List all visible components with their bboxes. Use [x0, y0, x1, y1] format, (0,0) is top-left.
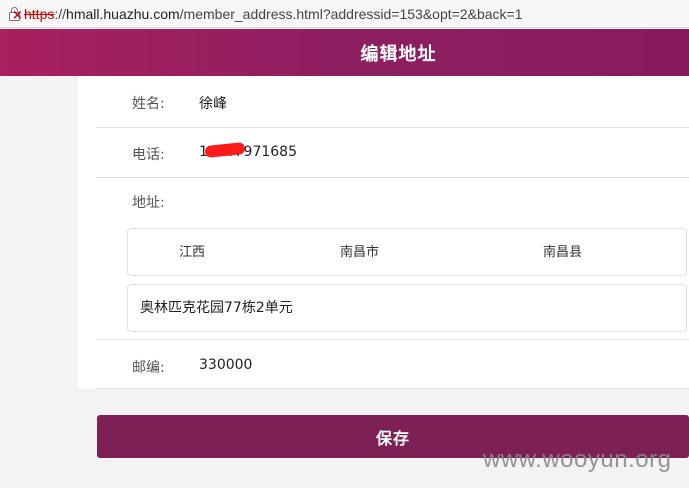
page-header: 编辑地址: [0, 29, 689, 76]
city-select[interactable]: 南昌市: [340, 241, 379, 260]
district-select[interactable]: 南昌县: [543, 241, 582, 260]
url-host: hmall.huazhu.com: [66, 5, 180, 22]
url-path: /member_address.html?addressid=153&opt=2…: [179, 5, 523, 22]
url-separator: ://: [54, 5, 67, 22]
insecure-lock-icon[interactable]: ×: [8, 6, 23, 22]
page-title: 编辑地址: [360, 43, 437, 65]
url-text: ://hmall.huazhu.com/member_address.html?…: [54, 6, 522, 22]
name-field[interactable]: 徐峰: [199, 93, 227, 113]
name-row: 姓名: 徐峰: [96, 76, 689, 128]
province-select[interactable]: 江西: [179, 241, 205, 260]
postcode-row: 邮编: 330000: [96, 340, 689, 389]
phone-row: 电话: 18907971685: [96, 128, 689, 178]
url-scheme: https: [24, 5, 55, 22]
watermark: www.wooyun.org: [483, 446, 672, 473]
detail-address-field[interactable]: 奥林匹克花园77栋2单元: [127, 284, 687, 332]
region-selector: 江西 南昌市 南昌县: [127, 228, 687, 276]
name-label: 姓名:: [132, 96, 165, 112]
postcode-label: 邮编:: [132, 360, 165, 376]
phone-label: 电话:: [132, 147, 165, 163]
address-bar[interactable]: × https://hmall.huazhu.com/member_addres…: [0, 0, 689, 28]
postcode-field[interactable]: 330000: [199, 357, 252, 373]
address-label: 地址:: [132, 195, 165, 211]
